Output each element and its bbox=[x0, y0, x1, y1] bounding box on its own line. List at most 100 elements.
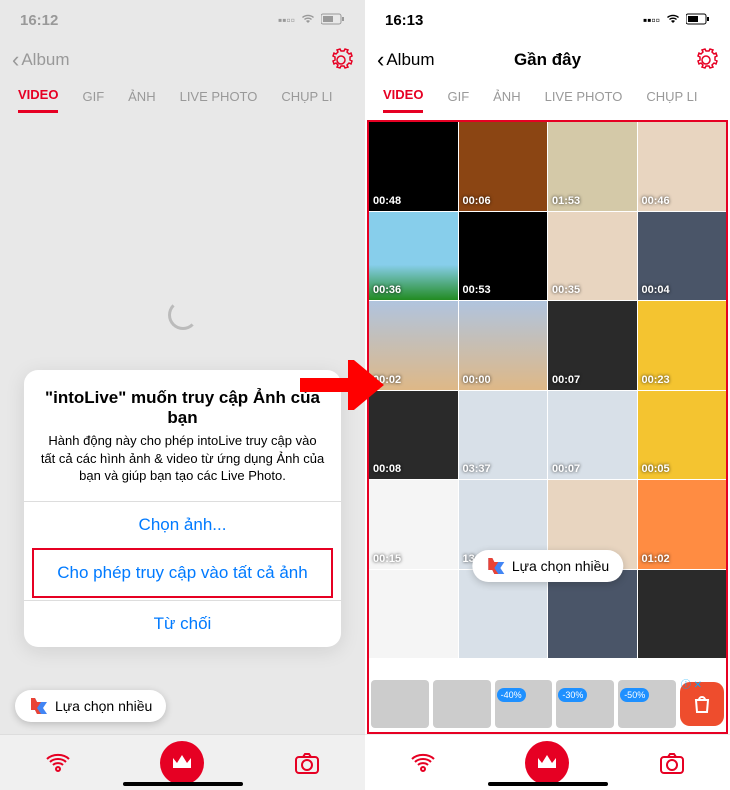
video-thumb[interactable]: 00:46 bbox=[638, 122, 727, 211]
camera-icon[interactable] bbox=[293, 749, 321, 777]
multi-select-label: Lựa chọn nhiều bbox=[55, 698, 152, 714]
video-thumb[interactable] bbox=[638, 570, 727, 659]
discount-badge: -40% bbox=[497, 688, 526, 702]
tab-video[interactable]: VIDEO bbox=[383, 87, 423, 113]
back-button[interactable]: ‹ Album bbox=[12, 47, 70, 73]
video-thumb[interactable]: 00:00 bbox=[459, 301, 548, 390]
camera-icon[interactable] bbox=[658, 749, 686, 777]
header: ‹ Album bbox=[0, 40, 365, 80]
video-thumb[interactable] bbox=[459, 570, 548, 659]
video-thumb[interactable]: 00:15 bbox=[369, 480, 458, 569]
dialog-deny-button[interactable]: Từ chối bbox=[24, 600, 341, 647]
duration-label: 00:04 bbox=[642, 284, 670, 296]
signal-icon: ▪▪▫▫ bbox=[278, 13, 295, 27]
crown-button[interactable] bbox=[525, 741, 569, 785]
video-grid: 00:48 00:06 01:53 00:46 00:36 00:53 00:35 00:04… bbox=[367, 120, 728, 734]
status-time: 16:12 bbox=[20, 12, 58, 29]
duration-label: 03:37 bbox=[463, 463, 491, 475]
battery-icon bbox=[321, 13, 345, 28]
tab-livephoto[interactable]: LIVE PHOTO bbox=[180, 89, 258, 112]
header: ‹ Album Gần đây bbox=[365, 40, 730, 80]
dialog-select-photos-button[interactable]: Chọn ảnh... bbox=[24, 501, 341, 548]
home-indicator bbox=[123, 782, 243, 786]
video-thumb[interactable]: 00:53 bbox=[459, 212, 548, 301]
ad-item[interactable]: -50% bbox=[618, 680, 676, 728]
video-thumb[interactable]: 00:04 bbox=[638, 212, 727, 301]
tabs: VIDEO GIF ẢNH LIVE PHOTO CHỤP LI bbox=[0, 80, 365, 120]
duration-label: 00:23 bbox=[642, 374, 670, 386]
duration-label: 00:36 bbox=[373, 284, 401, 296]
signal-icon: ▪▪▫▫ bbox=[643, 13, 660, 27]
wifi-icon[interactable] bbox=[409, 749, 437, 777]
dialog-message: Hành động này cho phép intoLive truy cập… bbox=[24, 432, 341, 501]
status-indicators: ▪▪▫▫ bbox=[643, 13, 710, 28]
status-bar: 16:12 ▪▪▫▫ bbox=[0, 0, 365, 40]
back-button[interactable]: ‹ Album bbox=[377, 47, 435, 73]
duration-label: 00:05 bbox=[642, 463, 670, 475]
discount-badge: -30% bbox=[558, 688, 587, 702]
video-thumb[interactable] bbox=[369, 570, 458, 659]
status-indicators: ▪▪▫▫ bbox=[278, 13, 345, 28]
video-thumb[interactable]: 00:48 bbox=[369, 122, 458, 211]
video-thumb[interactable]: 01:02 bbox=[638, 480, 727, 569]
video-thumb[interactable]: 00:35 bbox=[548, 212, 637, 301]
duration-label: 00:00 bbox=[463, 374, 491, 386]
bag-icon bbox=[690, 692, 714, 716]
flag-icon bbox=[29, 698, 49, 714]
tab-anh[interactable]: ẢNH bbox=[128, 89, 155, 112]
gear-icon[interactable] bbox=[329, 48, 353, 72]
flag-icon bbox=[486, 558, 506, 574]
dialog-title: "intoLive" muốn truy cập Ảnh của bạn bbox=[24, 370, 341, 432]
duration-label: 00:07 bbox=[552, 463, 580, 475]
video-thumb[interactable]: 00:36 bbox=[369, 212, 458, 301]
tab-chup[interactable]: CHỤP LI bbox=[281, 89, 332, 112]
arrow-annotation bbox=[300, 360, 390, 415]
dialog-allow-all-button[interactable]: Cho phép truy cập vào tất cả ảnh bbox=[32, 548, 333, 598]
duration-label: 00:06 bbox=[463, 195, 491, 207]
crown-icon bbox=[536, 754, 558, 772]
tab-livephoto[interactable]: LIVE PHOTO bbox=[545, 89, 623, 112]
duration-label: 00:48 bbox=[373, 195, 401, 207]
video-thumb[interactable]: 00:07 bbox=[548, 391, 637, 480]
duration-label: 00:08 bbox=[373, 463, 401, 475]
duration-label: 00:53 bbox=[463, 284, 491, 296]
video-thumb[interactable]: 00:06 bbox=[459, 122, 548, 211]
page-title: Gần đây bbox=[514, 50, 581, 70]
battery-icon bbox=[686, 13, 710, 28]
wifi-icon[interactable] bbox=[44, 749, 72, 777]
ad-item[interactable]: -30% bbox=[556, 680, 614, 728]
duration-label: 00:35 bbox=[552, 284, 580, 296]
tab-anh[interactable]: ẢNH bbox=[493, 89, 520, 112]
status-bar: 16:13 ▪▪▫▫ bbox=[365, 0, 730, 40]
multi-select-button[interactable]: Lựa chọn nhiều bbox=[15, 690, 166, 722]
multi-select-button[interactable]: Lựa chọn nhiều bbox=[472, 550, 623, 582]
chevron-left-icon: ‹ bbox=[12, 47, 19, 73]
duration-label: 00:46 bbox=[642, 195, 670, 207]
ad-strip: -40% -30% -50% ⓘ ✕ bbox=[369, 676, 726, 732]
back-label: Album bbox=[21, 50, 69, 70]
video-thumb[interactable] bbox=[548, 570, 637, 659]
wifi-icon bbox=[665, 13, 681, 28]
discount-badge: -50% bbox=[620, 688, 649, 702]
ad-item[interactable] bbox=[371, 680, 429, 728]
tab-video[interactable]: VIDEO bbox=[18, 87, 58, 113]
spinner-icon bbox=[168, 300, 198, 330]
video-thumb[interactable]: 00:23 bbox=[638, 301, 727, 390]
ad-item[interactable]: -40% bbox=[495, 680, 553, 728]
duration-label: 01:53 bbox=[552, 195, 580, 207]
gear-icon[interactable] bbox=[694, 48, 718, 72]
video-thumb[interactable]: 03:37 bbox=[459, 391, 548, 480]
tab-chup[interactable]: CHỤP LI bbox=[646, 89, 697, 112]
duration-label: 00:07 bbox=[552, 374, 580, 386]
duration-label: 01:02 bbox=[642, 553, 670, 565]
video-thumb[interactable]: 00:05 bbox=[638, 391, 727, 480]
video-thumb[interactable]: 01:53 bbox=[548, 122, 637, 211]
tab-gif[interactable]: GIF bbox=[82, 89, 104, 112]
video-thumb[interactable]: 00:07 bbox=[548, 301, 637, 390]
multi-select-label: Lựa chọn nhiều bbox=[512, 558, 609, 574]
ad-info-icon[interactable]: ⓘ ✕ bbox=[681, 676, 702, 691]
ad-item[interactable] bbox=[433, 680, 491, 728]
home-indicator bbox=[488, 782, 608, 786]
crown-button[interactable] bbox=[160, 741, 204, 785]
tab-gif[interactable]: GIF bbox=[447, 89, 469, 112]
